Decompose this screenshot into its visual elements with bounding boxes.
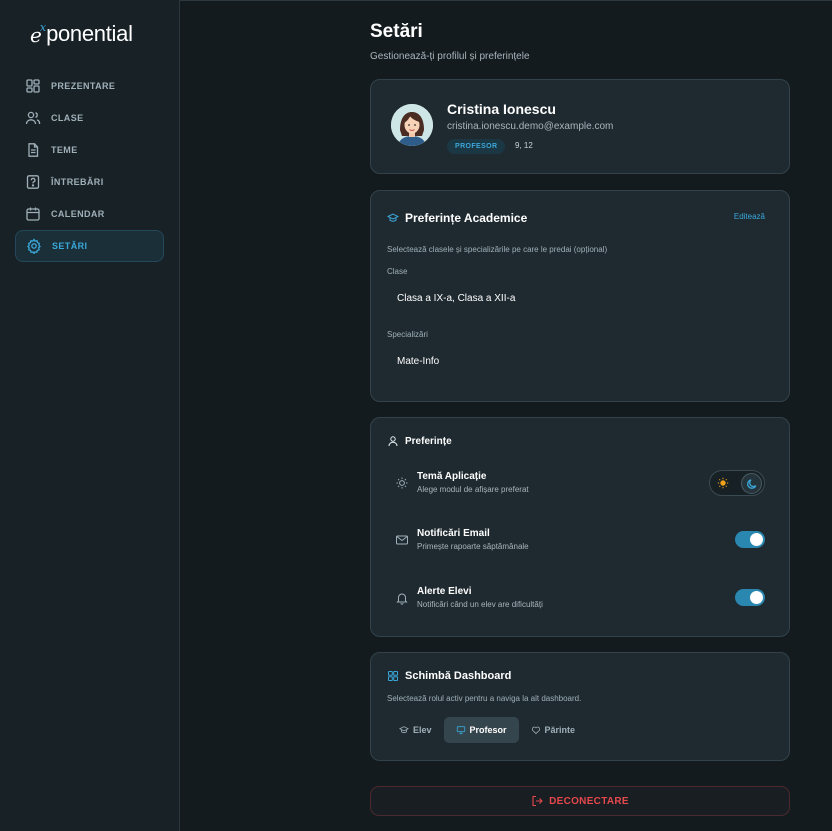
student-alerts-description: Notificări când un elev are dificultăți [417, 600, 543, 609]
edit-academic-link[interactable]: Editează [734, 212, 765, 221]
dashboard-icon [26, 79, 40, 93]
academic-preferences-card: Preferințe Academice Editează Selectează… [370, 190, 790, 402]
gear-icon [27, 238, 41, 254]
profile-card: Cristina Ionescu cristina.ionescu.demo@e… [370, 79, 790, 174]
sidebar-item-label: TEME [51, 145, 78, 155]
role-selector: Elev Profesor Părinte [387, 717, 587, 743]
sidebar-item-label: PREZENTARE [51, 81, 116, 91]
sidebar-item-label: CLASE [51, 113, 84, 123]
toggle-knob [750, 591, 763, 604]
academic-description: Selectează clasele și specializările pe … [387, 245, 608, 254]
preferences-title-text: Preferințe [405, 435, 452, 447]
page-title: Setări [370, 21, 423, 42]
specializations-value[interactable]: Mate-Info [397, 356, 439, 367]
theme-description: Alege modul de afișare preferat [417, 485, 529, 494]
theme-toggle[interactable] [709, 470, 765, 496]
role-parinte-button[interactable]: Părinte [519, 717, 588, 743]
logout-label: DECONECTARE [549, 795, 629, 807]
student-alerts-label: Alerte Elevi [417, 586, 472, 597]
email-notifications-label: Notificări Email [417, 528, 490, 539]
sidebar-item-label: ÎNTREBĂRI [51, 177, 104, 187]
dashboard-switch-description: Selectează rolul activ pentru a naviga l… [387, 694, 582, 703]
page-subtitle: Gestionează-ți profilul și preferințele [370, 51, 530, 62]
role-elev-button[interactable]: Elev [387, 717, 444, 743]
logout-button[interactable]: DECONECTARE [370, 786, 790, 816]
role-profesor-label: Profesor [469, 725, 507, 735]
sidebar-item-calendar[interactable]: CALENDAR [15, 198, 164, 230]
sidebar-item-clase[interactable]: CLASE [15, 102, 164, 134]
sidebar-item-label: SETĂRI [52, 241, 88, 251]
sidebar-item-teme[interactable]: TEME [15, 134, 164, 166]
grid-icon [388, 671, 398, 681]
student-alerts-row: Alerte Elevi Notificări când un elev are… [395, 583, 765, 613]
heart-icon [531, 726, 540, 735]
dark-mode-button[interactable] [741, 473, 762, 494]
sidebar: e x ponential PREZENTARE CLASE TEME ÎNTR… [0, 0, 180, 831]
email-notifications-description: Primește rapoarte săptămânale [417, 542, 529, 551]
theme-label: Temă Aplicație [417, 471, 487, 482]
profile-classes: 9, 12 [515, 141, 533, 150]
sidebar-nav: PREZENTARE CLASE TEME ÎNTREBĂRI CALENDAR… [15, 70, 164, 262]
question-icon [26, 175, 40, 189]
users-icon [25, 111, 41, 125]
logout-icon [532, 795, 543, 807]
academic-title: Preferințe Academice [387, 211, 527, 225]
email-notifications-row: Notificări Email Primește rapoarte săptă… [395, 525, 765, 555]
user-icon [388, 436, 398, 447]
dashboard-switch-title-text: Schimbă Dashboard [405, 670, 512, 682]
role-profesor-button[interactable]: Profesor [443, 717, 519, 743]
academic-title-text: Preferințe Academice [405, 211, 528, 225]
moon-icon [747, 479, 757, 489]
monitor-icon [456, 726, 465, 735]
dashboard-switch-card: Schimbă Dashboard Selectează rolul activ… [370, 652, 790, 761]
classes-label: Clase [387, 267, 408, 276]
brand-logo[interactable]: e x ponential [30, 18, 133, 46]
sidebar-item-label: CALENDAR [51, 209, 105, 219]
file-icon [28, 143, 39, 157]
sidebar-item-setari[interactable]: SETĂRI [15, 230, 164, 262]
profile-email: cristina.ionescu.demo@example.com [447, 121, 614, 132]
preferences-title: Preferințe [387, 435, 452, 447]
graduation-cap-icon [387, 213, 399, 222]
role-parinte-label: Părinte [544, 725, 576, 735]
profile-name: Cristina Ionescu [447, 101, 556, 117]
dashboard-switch-title: Schimbă Dashboard [387, 670, 511, 682]
logo-x: x [39, 21, 47, 34]
email-notifications-toggle[interactable] [735, 531, 765, 548]
bell-icon [396, 593, 408, 605]
avatar-illustration [391, 104, 433, 146]
mail-icon [396, 535, 408, 545]
sidebar-item-intrebari[interactable]: ÎNTREBĂRI [15, 166, 164, 198]
calendar-icon [26, 207, 40, 221]
classes-value[interactable]: Clasa a IX-a, Clasa a XII-a [397, 293, 515, 304]
light-mode-icon[interactable] [717, 477, 729, 489]
graduation-cap-icon [399, 726, 409, 734]
sun-icon [396, 477, 408, 489]
sidebar-item-prezentare[interactable]: PREZENTARE [15, 70, 164, 102]
toggle-knob [750, 533, 763, 546]
student-alerts-toggle[interactable] [735, 589, 765, 606]
role-badge: PROFESOR [447, 139, 506, 154]
preferences-card: Preferințe Temă Aplicație Alege modul de… [370, 417, 790, 637]
specializations-label: Specializări [387, 330, 428, 339]
avatar[interactable] [391, 104, 433, 146]
role-elev-label: Elev [413, 725, 432, 735]
logo-text: ponential [46, 21, 133, 46]
theme-preference-row: Temă Aplicație Alege modul de afișare pr… [395, 468, 765, 498]
